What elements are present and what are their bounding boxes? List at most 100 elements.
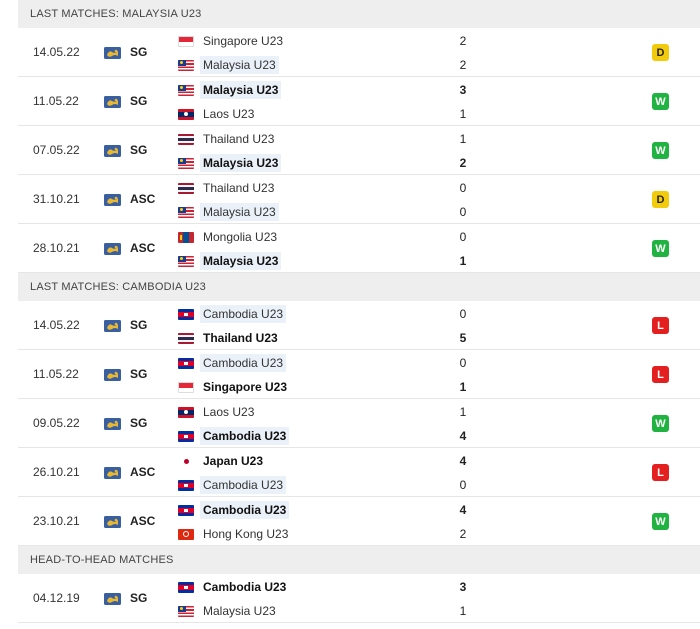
- home-team[interactable]: Japan U23: [178, 450, 266, 472]
- thailand-flag-icon: [178, 133, 194, 145]
- match-date: 31.10.21: [33, 192, 80, 206]
- competition-name: ASC: [130, 465, 156, 479]
- result-badge: W: [652, 142, 669, 159]
- away-score: 1: [459, 604, 467, 618]
- match-row[interactable]: 07.05.22 SG Thailand U23 1 Malaysia U23 2 W: [18, 126, 700, 175]
- away-team-name: Laos U23: [203, 107, 255, 121]
- singapore-flag-icon: [178, 35, 194, 47]
- home-score: 0: [459, 181, 467, 195]
- competition-name: SG: [130, 94, 148, 108]
- result-badge: L: [652, 366, 669, 383]
- away-team-name: Malaysia U23: [200, 154, 282, 172]
- away-team[interactable]: Malaysia U23: [178, 54, 279, 76]
- mongolia-flag-icon: [178, 231, 194, 243]
- match-date: 28.10.21: [33, 241, 80, 255]
- home-team[interactable]: Cambodia U23: [178, 303, 287, 325]
- away-team-name: Malaysia U23: [200, 252, 282, 270]
- match-row[interactable]: 31.10.21 ASC Thailand U23 0 Malaysia U23 0 D: [18, 175, 700, 224]
- singapore-flag-icon: [178, 381, 194, 393]
- match-date: 11.05.22: [33, 367, 79, 381]
- section-header: LAST MATCHES: CAMBODIA U23: [18, 273, 700, 301]
- home-team-name: Laos U23: [203, 405, 255, 419]
- home-team[interactable]: Cambodia U23: [178, 576, 289, 598]
- match-row[interactable]: 28.10.21 ASC Mongolia U23 0 Malaysia U23 1 W: [18, 224, 700, 273]
- match-row[interactable]: 26.10.21 ASC Japan U23 4 Cambodia U23 0 L: [18, 448, 700, 497]
- match-row[interactable]: 14.05.22 SG Singapore U23 2 Malaysia U23 2 D: [18, 28, 700, 77]
- competition-icon: [104, 144, 121, 157]
- competition-name: SG: [130, 416, 148, 430]
- competition-name: ASC: [130, 514, 156, 528]
- away-score: 0: [459, 478, 467, 492]
- match-date: 14.05.22: [33, 318, 80, 332]
- home-team-name: Cambodia U23: [203, 580, 287, 594]
- away-team[interactable]: Laos U23: [178, 103, 257, 125]
- result-badge: W: [652, 513, 669, 530]
- cambodia-flag-icon: [178, 581, 194, 593]
- cambodia-flag-icon: [178, 308, 194, 320]
- match-row[interactable]: 11.05.22 SG Malaysia U23 3 Laos U23 1 W: [18, 77, 700, 126]
- home-score: 4: [459, 503, 467, 517]
- hongkong-flag-icon: [178, 528, 194, 540]
- match-row[interactable]: 04.12.19 SG Cambodia U23 3 Malaysia U23 1: [18, 574, 700, 623]
- home-team-name: Thailand U23: [203, 181, 275, 195]
- competition-name: SG: [130, 367, 148, 381]
- malaysia-flag-icon: [178, 605, 194, 617]
- home-team-name: Singapore U23: [203, 34, 284, 48]
- away-team[interactable]: Cambodia U23: [178, 425, 290, 447]
- home-team[interactable]: Malaysia U23: [178, 79, 282, 101]
- match-date: 11.05.22: [33, 94, 79, 108]
- match-date: 26.10.21: [33, 465, 80, 479]
- away-team-name: Hong Kong U23: [203, 527, 289, 541]
- result-badge: D: [652, 44, 669, 61]
- thailand-flag-icon: [178, 332, 194, 344]
- cambodia-flag-icon: [178, 504, 194, 516]
- competition-name: SG: [130, 591, 148, 605]
- away-team[interactable]: Malaysia U23: [178, 250, 282, 272]
- result-badge: L: [652, 317, 669, 334]
- match-date: 04.12.19: [33, 591, 80, 605]
- away-team-name: Thailand U23: [203, 331, 278, 345]
- away-team[interactable]: Malaysia U23: [178, 152, 282, 174]
- away-score: 0: [459, 205, 467, 219]
- competition-name: ASC: [130, 192, 156, 206]
- home-team[interactable]: Cambodia U23: [178, 352, 287, 374]
- home-team-name: Thailand U23: [203, 132, 275, 146]
- section-title: LAST MATCHES: CAMBODIA U23: [30, 281, 206, 293]
- home-team[interactable]: Singapore U23: [178, 30, 286, 52]
- match-row[interactable]: 14.05.22 SG Cambodia U23 0 Thailand U23 5 L: [18, 301, 700, 350]
- home-score: 2: [459, 34, 467, 48]
- match-row[interactable]: 23.10.21 ASC Cambodia U23 4 Hong Kong U23 2 W: [18, 497, 700, 546]
- home-team[interactable]: Thailand U23: [178, 177, 277, 199]
- away-team[interactable]: Thailand U23: [178, 327, 281, 349]
- match-row[interactable]: 11.05.22 SG Cambodia U23 0 Singapore U23 1 L: [18, 350, 700, 399]
- result-badge: L: [652, 464, 669, 481]
- home-team[interactable]: Thailand U23: [178, 128, 277, 150]
- laos-flag-icon: [178, 108, 194, 120]
- home-team[interactable]: Mongolia U23: [178, 226, 280, 248]
- section-header: LAST MATCHES: MALAYSIA U23: [18, 0, 700, 28]
- result-badge: W: [652, 240, 669, 257]
- home-team-name: Cambodia U23: [200, 354, 287, 372]
- competition-icon: [104, 242, 121, 255]
- malaysia-flag-icon: [178, 157, 194, 169]
- away-team[interactable]: Hong Kong U23: [178, 523, 291, 545]
- thailand-flag-icon: [178, 182, 194, 194]
- home-team[interactable]: Cambodia U23: [178, 499, 290, 521]
- home-team[interactable]: Laos U23: [178, 401, 257, 423]
- home-team-name: Mongolia U23: [203, 230, 278, 244]
- competition-name: SG: [130, 143, 148, 157]
- away-team[interactable]: Singapore U23: [178, 376, 290, 398]
- away-team[interactable]: Cambodia U23: [178, 474, 287, 496]
- away-team-name: Cambodia U23: [200, 476, 287, 494]
- competition-name: SG: [130, 318, 148, 332]
- competition-icon: [104, 592, 121, 605]
- away-team[interactable]: Malaysia U23: [178, 600, 279, 622]
- match-row[interactable]: 09.05.22 SG Laos U23 1 Cambodia U23 4 W: [18, 399, 700, 448]
- away-team-name: Malaysia U23: [200, 56, 279, 74]
- away-score: 2: [459, 58, 467, 72]
- home-team-name: Cambodia U23: [200, 305, 287, 323]
- home-score: 0: [459, 307, 467, 321]
- malaysia-flag-icon: [178, 206, 194, 218]
- away-team[interactable]: Malaysia U23: [178, 201, 279, 223]
- competition-icon: [104, 466, 121, 479]
